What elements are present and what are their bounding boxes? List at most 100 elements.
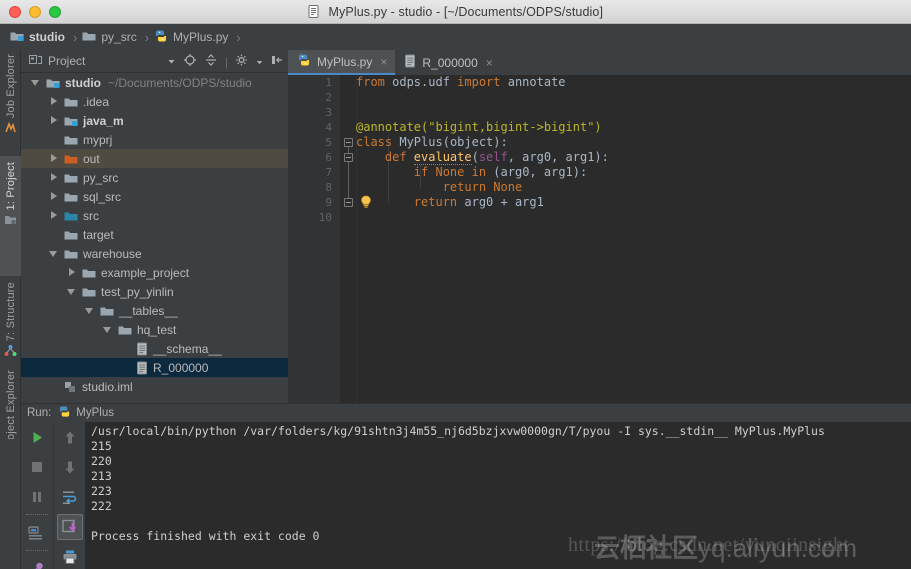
tree-node-src[interactable]: src — [21, 206, 288, 225]
code-line: return arg0 + arg1 — [356, 195, 911, 210]
chevron-right-icon[interactable] — [49, 210, 60, 221]
run-toolbar-left — [21, 422, 53, 569]
code-token: odps.udf — [392, 75, 458, 89]
chevron-down-icon[interactable] — [49, 248, 60, 259]
code-token: object — [449, 135, 494, 149]
tab-label: MyPlus.py — [317, 54, 373, 69]
chevron-down-icon[interactable] — [167, 55, 176, 69]
run-toolbar-right — [53, 422, 85, 569]
folder-icon — [118, 324, 132, 336]
code-token: None — [493, 180, 523, 194]
arrow-up-icon[interactable] — [54, 422, 86, 452]
code-token: "bigint,bigint->bigint" — [428, 120, 595, 134]
source-folder-icon — [64, 210, 78, 222]
tab-myplus-py[interactable]: MyPlus.py × — [288, 50, 396, 75]
tree-node-label: warehouse — [83, 246, 142, 261]
project-tree[interactable]: studio ~/Documents/ODPS/studio .idea java_m… — [21, 72, 288, 404]
console-line: 220 — [91, 454, 112, 468]
tab-label: R_000000 — [422, 55, 478, 70]
scroll-to-end-icon[interactable] — [56, 514, 83, 540]
chevron-right-icon[interactable] — [49, 172, 60, 183]
close-icon[interactable]: × — [380, 56, 387, 68]
fold-marker-class[interactable] — [344, 138, 353, 147]
chevron-right-icon[interactable] — [49, 96, 60, 107]
tree-node-__tables__[interactable]: __tables__ — [21, 301, 288, 320]
tree-node-myprj[interactable]: myprj — [21, 130, 288, 149]
arrow-down-icon[interactable] — [54, 452, 86, 482]
code-token: def — [356, 150, 414, 164]
collapse-all-icon[interactable] — [204, 53, 218, 70]
tree-node-java_m[interactable]: java_m — [21, 111, 288, 130]
python-run-config-icon — [58, 405, 71, 421]
tree-node-path: ~/Documents/ODPS/studio — [108, 75, 252, 90]
chevron-right-icon[interactable] — [49, 191, 60, 202]
chevron-right-icon[interactable] — [67, 267, 78, 278]
sidebar-item-structure[interactable]: 7: Structure — [0, 282, 21, 360]
breadcrumb: studio › py_src › MyPlus.py › — [0, 24, 911, 50]
code-line: return None — [356, 180, 911, 195]
tree-node-__schema__[interactable]: __schema__ — [21, 339, 288, 358]
tree-node-py_src[interactable]: py_src — [21, 168, 288, 187]
chevron-right-icon[interactable] — [49, 115, 60, 126]
chevron-down-icon[interactable] — [103, 324, 114, 335]
fold-marker-end[interactable] — [344, 198, 353, 207]
code-token: if — [356, 165, 436, 179]
module-folder-icon — [64, 115, 78, 127]
console-line: 215 — [91, 439, 112, 453]
breadcrumb-item-studio[interactable]: studio — [8, 27, 67, 47]
code-editor[interactable]: 1 2 3 4 5 6 7 8 9 10 from odps.udf import annotat… — [288, 75, 911, 403]
console-view-icon[interactable] — [21, 518, 53, 548]
sidebar-item-project[interactable]: 1: Project — [0, 156, 21, 276]
code-content[interactable]: from odps.udf import annotate @annotate(… — [356, 75, 911, 403]
folder-icon — [82, 30, 96, 45]
gear-icon[interactable] — [235, 53, 249, 70]
rerun-button[interactable] — [21, 422, 53, 452]
intention-bulb-icon[interactable] — [360, 195, 371, 208]
sidebar-item-job-explorer[interactable]: Job Explorer — [0, 54, 21, 137]
tree-node-example_project[interactable]: example_project — [21, 263, 288, 282]
chevron-down-icon[interactable] — [85, 305, 96, 316]
tree-node-label: py_src — [83, 170, 119, 185]
soft-wrap-icon[interactable] — [54, 482, 86, 512]
stop-button[interactable] — [21, 452, 53, 482]
pin-icon[interactable] — [21, 554, 53, 569]
console-line: 213 — [91, 469, 112, 483]
editor-fold-column[interactable] — [340, 75, 356, 403]
pause-output-button[interactable] — [21, 482, 53, 512]
folder-icon — [64, 172, 78, 184]
tree-node-hq_test[interactable]: hq_test — [21, 320, 288, 339]
editor-gutter[interactable]: 1 2 3 4 5 6 7 8 9 10 — [288, 75, 340, 403]
tree-node-r_000000[interactable]: R_000000 — [21, 358, 288, 377]
tree-node-studio[interactable]: studio ~/Documents/ODPS/studio — [21, 73, 288, 92]
tree-node-target[interactable]: target — [21, 225, 288, 244]
line-number: 8 — [325, 181, 332, 194]
chevron-down-icon[interactable] — [67, 286, 78, 297]
chevron-down-icon[interactable] — [31, 77, 42, 88]
tree-node-idea[interactable]: .idea — [21, 92, 288, 111]
fold-marker-def[interactable] — [344, 153, 353, 162]
tab-r-000000[interactable]: R_000000 × — [395, 50, 500, 75]
tree-node-label: __schema__ — [153, 341, 222, 356]
code-token: annotate — [507, 75, 566, 89]
tree-node-studioiml[interactable]: studio.iml — [21, 377, 288, 396]
code-token: (arg0, arg1): — [493, 165, 588, 179]
tree-node-sql_src[interactable]: sql_src — [21, 187, 288, 206]
chevron-right-icon[interactable] — [49, 153, 60, 164]
printer-icon[interactable] — [54, 542, 86, 569]
tree-node-warehouse[interactable]: warehouse — [21, 244, 288, 263]
chevron-down-icon[interactable] — [256, 55, 263, 69]
job-explorer-icon — [4, 121, 17, 137]
hide-panel-icon[interactable] — [270, 53, 284, 70]
tree-node-test_py_yinlin[interactable]: test_py_yinlin — [21, 282, 288, 301]
close-icon[interactable]: × — [486, 57, 493, 69]
target-icon[interactable] — [183, 53, 197, 70]
breadcrumb-item-py_src[interactable]: py_src — [80, 27, 138, 47]
tree-node-label: studio.iml — [82, 379, 133, 394]
run-console-output[interactable]: /usr/local/bin/python /var/folders/kg/91… — [85, 422, 911, 569]
breadcrumb-item-myplus-py[interactable]: MyPlus.py — [152, 27, 230, 47]
tree-node-out[interactable]: out — [21, 149, 288, 168]
tree-node-label: hq_test — [137, 322, 177, 337]
